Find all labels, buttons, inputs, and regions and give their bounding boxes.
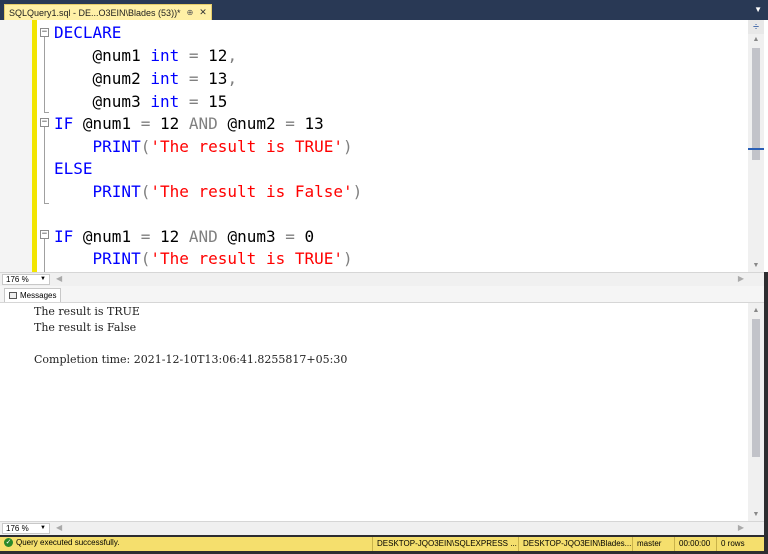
code-line-1: DECLARE [54,23,122,42]
code-line-8: PRINT('The result is False') [92,182,363,201]
code-line-9: IF @num1 = 12 AND @num3 = 0 [54,227,315,246]
dropdown-icon[interactable]: ▼ [754,5,762,14]
editor-zoom-bar: 176 % ▼ ◀ ▶ [0,272,764,286]
query-editor[interactable]: − − − DECLARE @num1 int = 12, @num2 int … [0,20,768,272]
code-line-6: PRINT('The result is TRUE') [92,137,353,156]
messages-pane[interactable]: The result is TRUE The result is False C… [0,303,764,521]
fold-guide [44,127,45,203]
chevron-down-icon: ▼ [40,525,46,531]
change-tracking-bar [32,20,37,272]
messages-tab[interactable]: Messages [4,288,62,302]
editor-zoom-value: 176 % [6,275,29,284]
query-tab-title: SQLQuery1.sql - DE...O3EIN\Blades (53))* [9,7,181,18]
status-user: DESKTOP-JQO3EIN\Blades... [518,537,631,551]
results-tab-strip: Messages [0,286,764,303]
status-rows: 0 rows [716,537,745,551]
messages-icon [9,292,17,299]
results-zoom-value: 176 % [6,524,29,533]
scroll-up-arrow[interactable]: ▲ [748,307,764,314]
editor-zoom-select[interactable]: 176 % ▼ [2,274,50,285]
scroll-right-arrow[interactable]: ▶ [738,523,744,532]
selection-margin [0,20,32,272]
fold-guide-end [44,112,49,113]
fold-guide [44,37,45,112]
query-tab[interactable]: SQLQuery1.sql - DE...O3EIN\Blades (53))*… [4,4,212,20]
status-message: ✓ Query executed successfully. [4,538,119,547]
message-line-1: The result is TRUE [34,305,140,318]
status-message-text: Query executed successfully. [16,538,120,547]
code-line-2: @num1 int = 12, [92,46,238,65]
status-server: DESKTOP-JQO3EIN\SQLEXPRESS ... [372,537,517,551]
code-line-10: PRINT('The result is TRUE') [92,249,353,268]
scroll-left-arrow[interactable]: ◀ [56,523,62,532]
editor-scroll-thumb[interactable] [752,48,760,160]
success-icon: ✓ [4,538,13,547]
fold-icon[interactable]: − [40,118,49,127]
query-status-bar: ✓ Query executed successfully. DESKTOP-J… [0,537,764,551]
fold-guide [44,239,45,272]
results-zoom-select[interactable]: 176 % ▼ [2,523,50,534]
code-line-3: @num2 int = 13, [92,69,238,88]
scroll-right-arrow[interactable]: ▶ [738,274,744,283]
scroll-left-arrow[interactable]: ◀ [56,274,62,283]
chevron-down-icon: ▼ [40,276,46,282]
results-zoom-bar: 176 % ▼ ◀ ▶ [0,521,764,535]
message-line-4: Completion time: 2021-12-10T13:06:41.825… [34,353,348,366]
scroll-down-arrow[interactable]: ▼ [748,511,764,518]
split-icon[interactable]: ÷ [748,20,764,34]
fold-icon[interactable]: − [40,230,49,239]
fold-icon[interactable]: − [40,28,49,37]
code-line-5: IF @num1 = 12 AND @num2 = 13 [54,114,324,133]
document-tab-strip: SQLQuery1.sql - DE...O3EIN\Blades (53))*… [0,0,768,20]
code-line-4: @num3 int = 15 [92,92,228,111]
status-elapsed: 00:00:00 [674,537,710,551]
scroll-down-arrow[interactable]: ▼ [748,262,764,269]
pin-icon[interactable]: ⊕ [187,8,194,17]
caret-position-marker [748,148,764,150]
code-line-7: ELSE [54,159,93,178]
fold-guide-end [44,203,49,204]
messages-tab-label: Messages [20,290,57,300]
scroll-up-arrow[interactable]: ▲ [748,36,764,43]
results-scroll-thumb[interactable] [752,319,760,457]
status-database: master [632,537,661,551]
message-line-2: The result is False [34,321,137,334]
close-icon[interactable]: ✕ [199,7,207,18]
